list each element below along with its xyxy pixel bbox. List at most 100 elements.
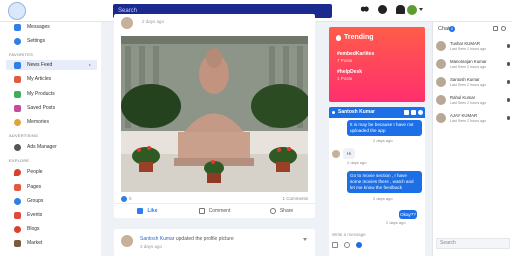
close-icon[interactable] [418, 110, 423, 115]
share-label: Share [279, 208, 294, 214]
sidebar-item-ads-manager[interactable]: Ads Manager [14, 142, 57, 152]
sidebar-item-my-articles[interactable]: My Articles [14, 74, 51, 84]
message-time: 2 days ago [386, 220, 406, 225]
sidebar-item-settings[interactable]: Settings [14, 36, 45, 46]
avatar[interactable] [121, 17, 133, 29]
sidebar-item-label: Blogs [27, 226, 40, 232]
post-time: 2 days ago [142, 19, 165, 24]
user-avatar[interactable] [407, 5, 417, 15]
friends-icon[interactable] [360, 5, 369, 14]
like-button[interactable]: Like [114, 204, 181, 218]
video-call-icon[interactable] [404, 110, 409, 115]
trending-tag[interactable]: #helpDesk [337, 69, 362, 75]
chat-contact[interactable]: Tushar KUMAR Last Seen 2 hours ago [436, 39, 510, 57]
chat-contact[interactable]: Rahul Kumar Last Seen 2 hours ago [436, 93, 510, 111]
sidebar-item-pages[interactable]: Pages [14, 182, 41, 192]
emoji-icon[interactable] [344, 242, 350, 248]
location-pin-icon [14, 168, 21, 176]
app-logo[interactable] [8, 2, 26, 20]
sidebar-item-label: Messages [27, 24, 50, 30]
sidebar-item-messages[interactable]: Messages [14, 22, 50, 32]
sidebar-item-people[interactable]: People [14, 167, 43, 177]
online-status-icon [332, 111, 335, 114]
trending-tag[interactable]: #embedKarlites [337, 51, 374, 57]
advertising-heading: ADVERTISING [9, 133, 39, 138]
sidebar-item-blogs[interactable]: Blogs [14, 224, 40, 234]
sidebar-item-saved-posts[interactable]: Saved Posts [14, 103, 55, 113]
send-icon[interactable] [356, 242, 362, 248]
post2-author-link[interactable]: Santosh Kumar [140, 236, 174, 242]
feed-post-2: Santosh Kumar updated the profile pictur… [114, 229, 315, 256]
chat-sidebar: Chat 5 Tushar KUMAR Last Seen 2 hours ag… [432, 22, 512, 256]
thumbs-up-icon [137, 208, 144, 214]
post2-title: Santosh Kumar updated the profile pictur… [140, 236, 234, 242]
unread-badge: 5 [449, 26, 455, 32]
gear-icon[interactable] [501, 26, 506, 31]
chat-window-header[interactable]: Santosh Kumar [329, 107, 425, 118]
notifications-icon[interactable] [396, 5, 405, 14]
share-button[interactable]: Share [248, 204, 315, 218]
sidebar-item-groups[interactable]: Groups [14, 196, 43, 206]
avatar [436, 41, 446, 51]
clock-icon [14, 118, 21, 126]
avatar [332, 150, 340, 158]
messages-icon[interactable] [378, 5, 387, 14]
sidebar-item-my-products[interactable]: My Products [14, 89, 55, 99]
chat-search-input[interactable]: Search [436, 238, 510, 249]
edit-icon[interactable] [493, 26, 498, 31]
avatar[interactable] [121, 235, 133, 247]
avatar [436, 77, 446, 87]
sidebar-item-label: My Articles [27, 76, 52, 82]
explore-heading: EXPLORE [9, 158, 30, 163]
sidebar-item-label: News Feed [27, 62, 53, 68]
gear-icon [14, 37, 21, 45]
sidebar-item-label: Groups [27, 198, 44, 204]
message-time: 2 days ago [347, 160, 367, 165]
chevron-down-icon[interactable] [419, 8, 423, 11]
comment-button[interactable]: Comment [181, 204, 248, 218]
avatar [436, 59, 446, 69]
contact-name: AJAY KUMAR [450, 113, 478, 118]
calendar-icon [14, 211, 21, 219]
chat-message: Okay?? [399, 210, 417, 219]
blog-icon [14, 225, 21, 233]
trending-count: 1 Posts [337, 76, 353, 81]
chevron-down-icon[interactable] [303, 238, 307, 241]
sidebar-item-label: My Products [27, 91, 55, 97]
news-feed-icon [14, 61, 21, 69]
contact-name: Manoranjan Kumar [450, 59, 487, 64]
chevron-right-icon [89, 64, 91, 66]
post2-action: updated the profile picture [175, 236, 234, 242]
status-dot [506, 44, 510, 48]
sidebar-item-market[interactable]: Market [14, 238, 42, 248]
chat-contact[interactable]: Santosh Kumar Last Seen 2 hours ago [436, 75, 510, 93]
sidebar-item-news-feed[interactable]: News Feed [6, 60, 97, 70]
chat-contact[interactable]: AJAY KUMAR Last Seen 2 hours ago [436, 111, 510, 129]
contact-last-seen: Last Seen 2 hours ago [450, 47, 487, 51]
trending-count: 7 Posts [337, 58, 353, 63]
minimize-icon[interactable] [411, 110, 416, 115]
articles-icon [14, 75, 21, 83]
trending-title-text: Trending [344, 34, 374, 41]
chat-list-tools [493, 26, 506, 31]
sidebar-item-events[interactable]: Events [14, 210, 42, 220]
image-icon[interactable] [332, 242, 338, 248]
comments-count-link[interactable]: 1 Comments [282, 196, 308, 201]
flag-icon [14, 183, 21, 191]
chat-list-title: Chat [438, 26, 450, 32]
left-sidebar: Messages Settings FAVORITES News Feed My… [0, 22, 101, 256]
chat-contact[interactable]: Manoranjan Kumar Last Seen 2 hours ago [436, 57, 510, 75]
products-icon [14, 90, 21, 98]
contact-name: Santosh Kumar [450, 77, 480, 82]
post-image[interactable] [121, 36, 308, 192]
ads-icon [14, 143, 21, 151]
contact-last-seen: Last Seen 2 hours ago [450, 65, 487, 69]
share-icon [269, 208, 276, 214]
sidebar-item-memories[interactable]: Memories [14, 117, 49, 127]
trending-card: Trending #embedKarlites 7 Posts #helpDes… [329, 27, 425, 102]
sidebar-item-label: Pages [27, 184, 42, 190]
message-input[interactable]: Write a message [332, 232, 366, 237]
sidebar-item-label: Ads Manager [27, 144, 57, 150]
status-dot [506, 80, 510, 84]
groups-icon [14, 197, 21, 205]
